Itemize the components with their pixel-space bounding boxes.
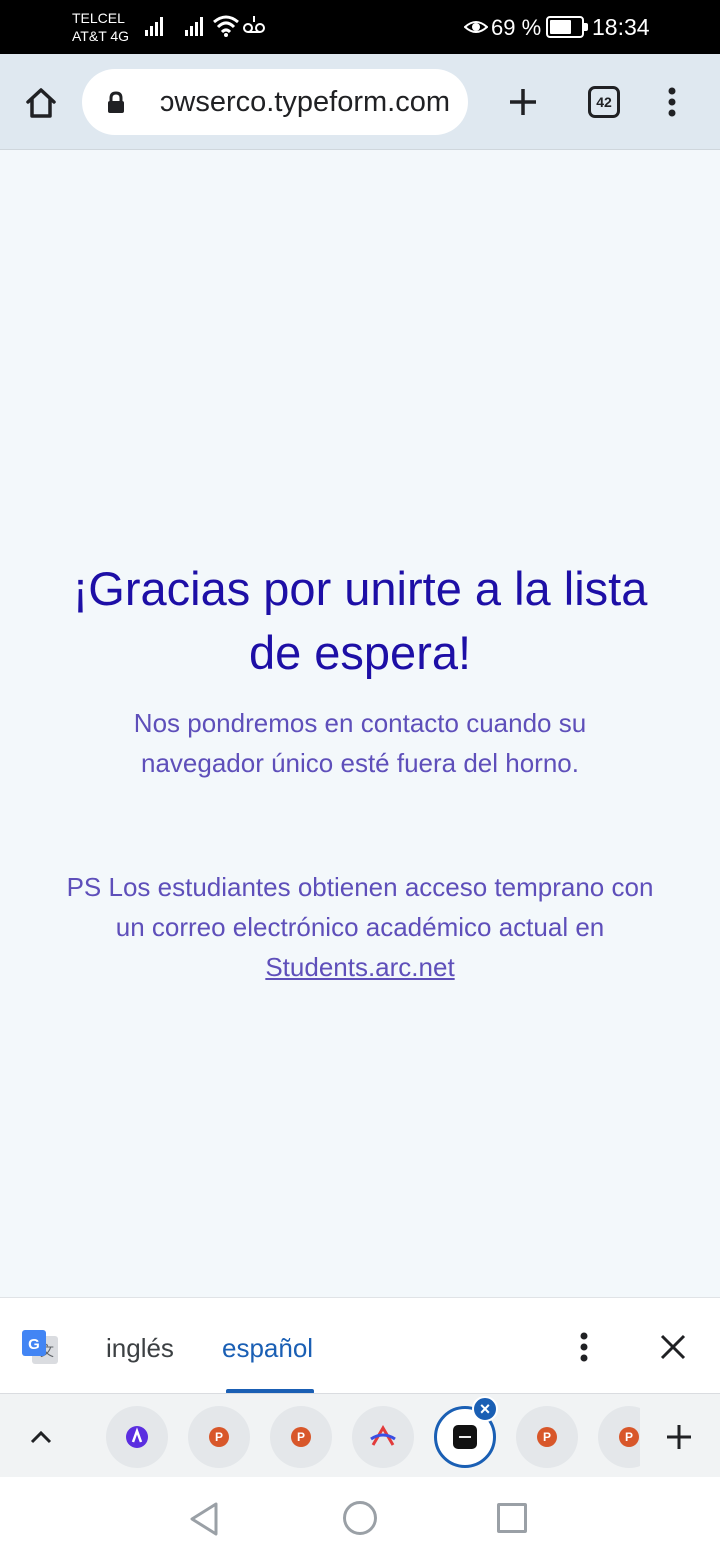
expand-tabs-button[interactable] <box>22 1418 60 1456</box>
p-favicon: P <box>619 1427 639 1447</box>
clock: 18:34 <box>592 14 650 40</box>
tab-item[interactable] <box>106 1406 168 1468</box>
current-tab-favicon <box>453 1425 477 1449</box>
svg-text:G: G <box>28 1336 40 1353</box>
arc-favicon <box>370 1425 396 1446</box>
tab-item[interactable]: P <box>598 1406 640 1468</box>
source-language-tab[interactable]: inglés <box>106 1332 174 1364</box>
students-link[interactable]: Students.arc.net <box>265 947 454 987</box>
home-circle-icon[interactable] <box>343 1501 377 1535</box>
close-tab-button[interactable]: × <box>472 1396 498 1422</box>
status-bar: TELCEL AT&T 4G 69 % 18:34 <box>0 0 720 54</box>
ps-note: PS Los estudiantes obtienen acceso tempr… <box>60 867 660 987</box>
signal-icon <box>185 17 203 36</box>
more-menu-button[interactable] <box>654 79 690 125</box>
eye-icon <box>464 21 488 33</box>
back-icon[interactable] <box>186 1501 222 1537</box>
tab-switcher-button[interactable]: 42 <box>588 86 620 118</box>
ps-note-text: PS Los estudiantes obtienen acceso tempr… <box>66 872 654 942</box>
wifi-icon <box>213 15 239 37</box>
close-icon <box>660 1334 686 1360</box>
translate-bar: 文 G inglés español <box>0 1297 720 1394</box>
tab-item[interactable] <box>352 1406 414 1468</box>
tab-favicon-list: P P P P <box>100 1394 640 1478</box>
p-favicon: P <box>537 1427 557 1447</box>
more-vert-icon <box>580 1332 588 1362</box>
carrier-info: TELCEL AT&T 4G <box>72 9 129 45</box>
target-language-tab[interactable]: español <box>222 1332 313 1364</box>
url-text[interactable]: ɔwserco.typeform.com <box>134 85 450 119</box>
tab-strip: P P P P × <box>0 1393 720 1477</box>
carrier-primary: TELCEL <box>72 10 125 26</box>
page-content: ¡Gracias por unirte a la lista de espera… <box>0 151 720 1297</box>
carrier-secondary: AT&T 4G <box>72 28 130 44</box>
plus-icon <box>510 89 536 115</box>
more-vert-icon <box>668 87 676 117</box>
arc-favicon <box>126 1426 148 1448</box>
google-translate-icon: 文 G <box>22 1330 58 1364</box>
battery-percent: 69 % <box>491 15 542 40</box>
browser-toolbar: ɔwserco.typeform.com 42 <box>0 54 720 150</box>
translate-menu-button[interactable] <box>568 1328 600 1366</box>
plus-icon <box>667 1425 691 1449</box>
tab-item[interactable]: P <box>188 1406 250 1468</box>
p-favicon: P <box>209 1427 229 1447</box>
p-favicon: P <box>291 1427 311 1447</box>
strip-new-tab-button[interactable] <box>660 1418 698 1456</box>
home-button[interactable] <box>18 80 64 126</box>
new-tab-button[interactable] <box>500 79 546 125</box>
translate-close-button[interactable] <box>654 1328 692 1366</box>
lock-icon <box>108 91 124 113</box>
chevron-up-icon <box>30 1430 52 1444</box>
voicemail-icon <box>243 16 265 33</box>
recents-icon[interactable] <box>497 1503 527 1533</box>
tab-item[interactable]: P <box>270 1406 332 1468</box>
battery-icon <box>546 16 588 38</box>
home-icon <box>26 88 56 118</box>
system-nav-bar <box>0 1477 720 1560</box>
page-subtitle: Nos pondremos en contacto cuando su nave… <box>133 708 587 778</box>
url-bar[interactable]: ɔwserco.typeform.com <box>82 69 468 135</box>
tab-item[interactable]: P <box>516 1406 578 1468</box>
signal-icon <box>145 17 163 36</box>
page-title: ¡Gracias por unirte a la lista de espera… <box>72 562 648 679</box>
